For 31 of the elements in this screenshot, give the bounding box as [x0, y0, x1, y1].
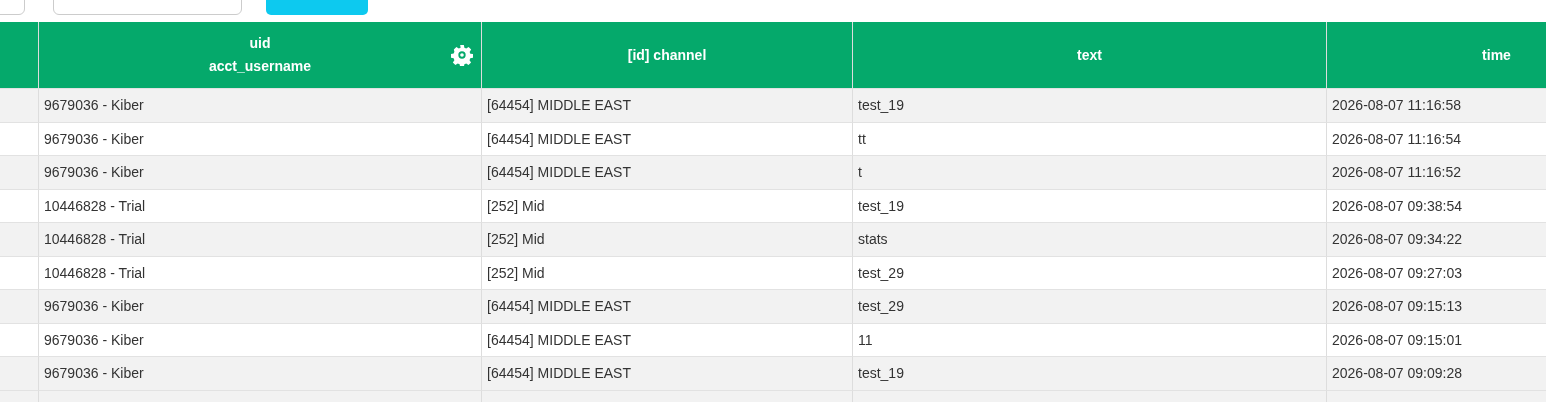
table-cell: [64454] MIDDLE EAST: [481, 356, 852, 390]
table-cell: [64454] MIDDLE EAST: [481, 155, 852, 189]
table-cell: 2026-08-07 09:34:22: [1326, 222, 1546, 256]
table-cell: [0, 155, 38, 189]
table-cell: 9679036 - Kiber: [38, 155, 481, 189]
table-cell: [64454] MIDDLE EAST: [481, 289, 852, 323]
table-cell: stats: [852, 222, 1326, 256]
settings-icon[interactable]: [451, 44, 473, 66]
table-cell: 2026-08-07 11:16:52: [1326, 155, 1546, 189]
table-cell: 9679036 - Kiber: [38, 356, 481, 390]
table-cell: 2026-08-07 09:09:28: [1326, 356, 1546, 390]
table-cell: 2026-08-07 09:15:13: [1326, 289, 1546, 323]
table-cell: t: [852, 155, 1326, 189]
column-title: uid: [249, 34, 271, 53]
table-cell: [64454] MIDDLE EAST: [481, 88, 852, 122]
table-cell: test_29: [852, 289, 1326, 323]
column-title: text: [1077, 45, 1102, 65]
table-cell: [0, 88, 38, 122]
table-cell: 10446828 - Trial: [38, 222, 481, 256]
table-cell: 9679036 - Kiber: [38, 289, 481, 323]
table-cell: 2026-08-07 11:16:58: [1326, 88, 1546, 122]
table-cell: [252] Mid: [481, 222, 852, 256]
table-cell: [0, 222, 38, 256]
table-cell: [0, 356, 38, 390]
column-title: time: [1481, 45, 1511, 65]
column-title: [id] channel: [627, 45, 707, 65]
table-cell: [0, 289, 38, 323]
table-cell: 9679036 - Kiber: [38, 88, 481, 122]
column-subtitle: acct_username: [209, 57, 311, 76]
table-cell: test_19: [852, 88, 1326, 122]
table-cell: test_19: [852, 356, 1326, 390]
